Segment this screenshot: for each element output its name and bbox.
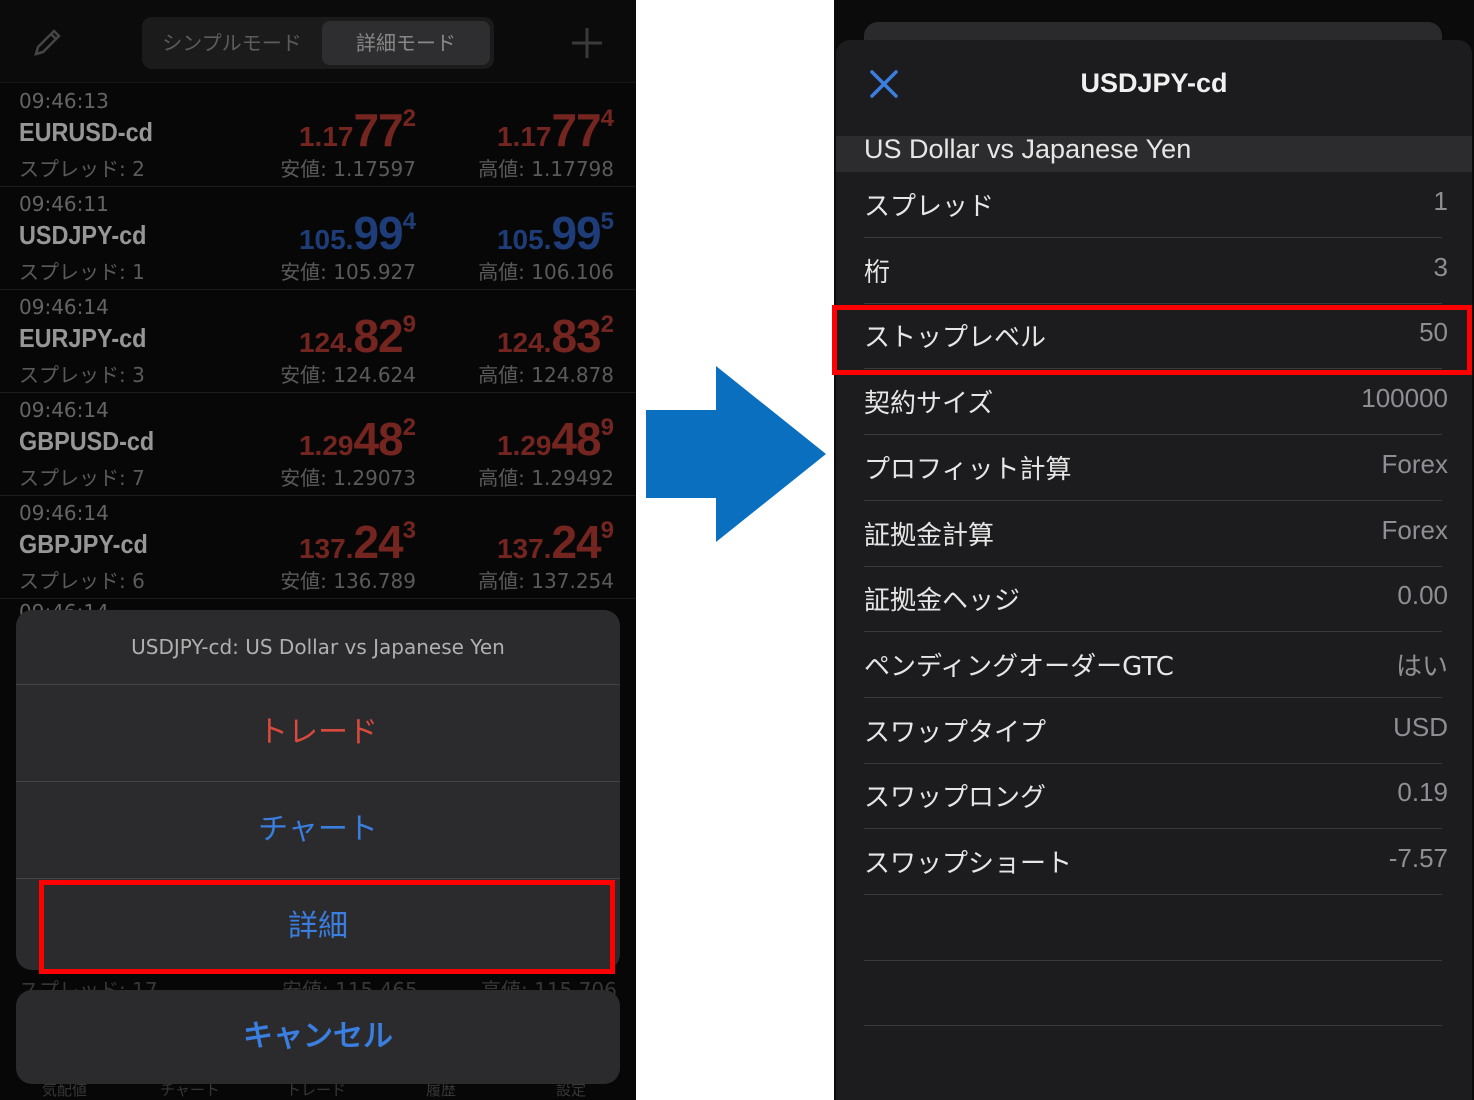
list-item: スワップショート -7.57 xyxy=(864,829,1448,895)
chart-button[interactable]: チャート xyxy=(16,782,620,879)
property-value: 0.19 xyxy=(1397,777,1448,808)
list-item: プロフィット計算 Forex xyxy=(864,435,1448,501)
property-label: 契約サイズ xyxy=(864,389,994,420)
list-item: スワップロング 0.19 xyxy=(864,763,1448,830)
property-value: 100000 xyxy=(1361,383,1448,414)
list-item: スプレッド 1 xyxy=(864,172,1448,238)
property-label: 証拠金計算 xyxy=(864,520,995,551)
property-value: Forex xyxy=(1381,448,1448,479)
property-value: 1 xyxy=(1433,186,1448,216)
page-title: USDJPY-cd xyxy=(1080,68,1228,98)
list-item: ペンディングオーダーGTC はい xyxy=(864,632,1448,698)
property-value: はい xyxy=(1395,650,1448,681)
list-item: 証拠金計算 Forex xyxy=(864,501,1448,567)
property-label: プロフィット計算 xyxy=(864,454,1072,485)
property-value: -7.57 xyxy=(1388,843,1448,873)
right-arrow-icon xyxy=(646,366,826,542)
section-header-label: US Dollar vs Japanese Yen xyxy=(864,134,1192,164)
list-item-empty xyxy=(864,960,1442,1026)
property-value: USD xyxy=(1393,711,1448,742)
property-label: スワップタイプ xyxy=(864,717,1047,748)
list-item-empty xyxy=(864,895,1442,961)
list-item: 桁3 xyxy=(864,238,1448,304)
detail-card: USDJPY-cd US Dollar vs Japanese Yen スプレッ… xyxy=(836,40,1472,1100)
property-label: ペンディングオーダーGTC xyxy=(864,651,1174,682)
property-value: 3 xyxy=(1433,251,1448,282)
list-item: 証拠金ヘッジ 0.00 xyxy=(864,566,1448,633)
cancel-button[interactable]: キャンセル xyxy=(16,990,620,1084)
trade-button[interactable]: トレード xyxy=(16,685,620,782)
property-label: スワップロング xyxy=(864,783,1047,814)
list-item: スワップタイプ USD xyxy=(864,698,1448,764)
list-item: 契約サイズ 100000 xyxy=(864,369,1448,436)
property-value: Forex xyxy=(1381,514,1448,545)
section-header: US Dollar vs Japanese Yen xyxy=(836,134,1472,172)
detail-highlight-box xyxy=(39,880,615,974)
quotes-screen: シンプルモード 詳細モード 09:46:13 EURUSD-cd スプレッド: 21… xyxy=(0,0,636,1100)
stop-level-highlight-box xyxy=(832,305,1472,375)
action-sheet-title: USDJPY-cd: US Dollar vs Japanese Yen xyxy=(16,610,620,685)
symbol-detail-screen: USDJPY-cd US Dollar vs Japanese Yen スプレッ… xyxy=(834,0,1474,1100)
property-label: スプレッド xyxy=(864,192,995,222)
property-label: スワップショート xyxy=(864,849,1073,879)
property-label: 証拠金ヘッジ xyxy=(864,586,1021,617)
property-value: 0.00 xyxy=(1397,580,1448,611)
property-label: 桁 xyxy=(864,257,891,288)
